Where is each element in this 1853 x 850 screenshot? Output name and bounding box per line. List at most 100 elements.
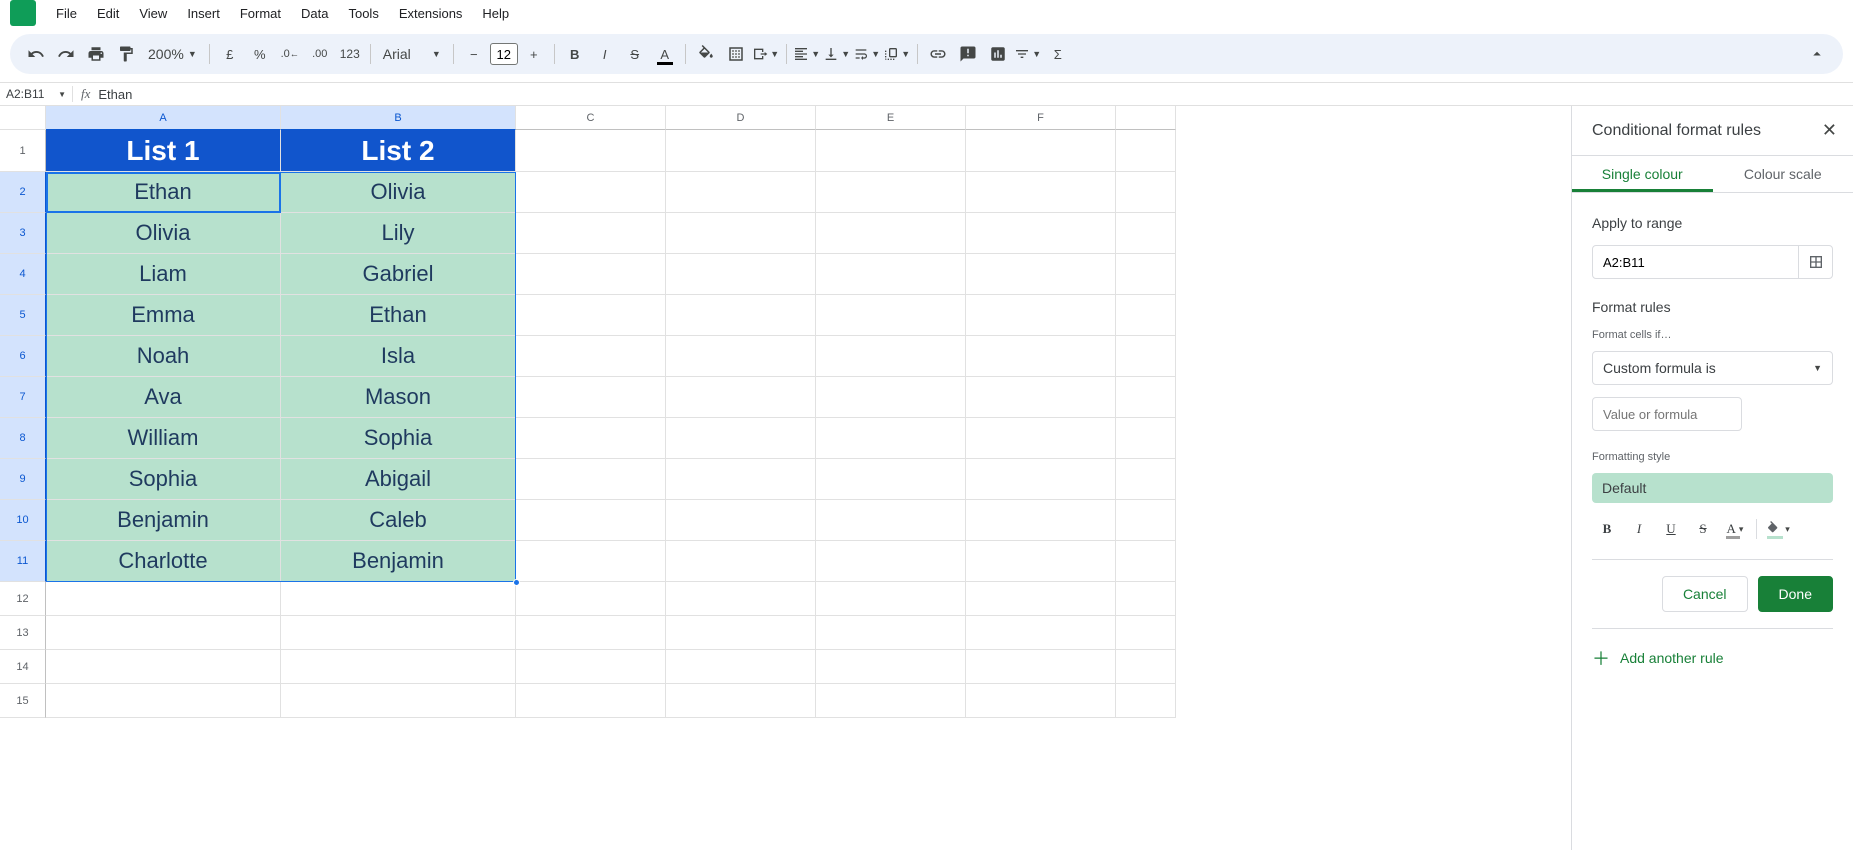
cell[interactable]: [516, 377, 666, 418]
select-all-corner[interactable]: [0, 106, 46, 130]
tab-colour-scale[interactable]: Colour scale: [1713, 156, 1853, 192]
cell[interactable]: [666, 418, 816, 459]
cell-b1[interactable]: List 2: [281, 130, 516, 172]
cell[interactable]: [1116, 172, 1176, 213]
undo-button[interactable]: [22, 40, 50, 68]
cell[interactable]: [516, 130, 666, 172]
column-header-c[interactable]: C: [516, 106, 666, 130]
wrap-button[interactable]: ▼: [853, 40, 881, 68]
cell[interactable]: [516, 254, 666, 295]
row-header[interactable]: 14: [0, 650, 46, 684]
menu-view[interactable]: View: [129, 2, 177, 25]
cell[interactable]: Emma: [46, 295, 281, 336]
v-align-button[interactable]: ▼: [823, 40, 851, 68]
row-header[interactable]: 2: [0, 172, 46, 213]
cell[interactable]: Lily: [281, 213, 516, 254]
comment-button[interactable]: [954, 40, 982, 68]
zoom-dropdown[interactable]: 200%▼: [142, 46, 203, 62]
tab-single-colour[interactable]: Single colour: [1572, 156, 1713, 192]
cell[interactable]: [516, 459, 666, 500]
collapse-toolbar-button[interactable]: [1803, 40, 1831, 68]
menu-insert[interactable]: Insert: [177, 2, 230, 25]
close-sidebar-button[interactable]: ✕: [1822, 120, 1837, 141]
cell[interactable]: [516, 684, 666, 718]
cell[interactable]: [1116, 130, 1176, 172]
cell[interactable]: [816, 377, 966, 418]
cell[interactable]: Sophia: [46, 459, 281, 500]
cell[interactable]: Liam: [46, 254, 281, 295]
cell[interactable]: [966, 459, 1116, 500]
cell[interactable]: [666, 254, 816, 295]
cell[interactable]: Sophia: [281, 418, 516, 459]
font-dropdown[interactable]: Arial▼: [377, 46, 447, 62]
row-header[interactable]: 4: [0, 254, 46, 295]
cell[interactable]: [516, 582, 666, 616]
menu-help[interactable]: Help: [472, 2, 519, 25]
cell[interactable]: Ava: [46, 377, 281, 418]
italic-button[interactable]: I: [591, 40, 619, 68]
cell[interactable]: [46, 582, 281, 616]
cell-a1[interactable]: List 1: [46, 130, 281, 172]
cell[interactable]: [966, 418, 1116, 459]
redo-button[interactable]: [52, 40, 80, 68]
cell[interactable]: [816, 650, 966, 684]
cell[interactable]: [816, 500, 966, 541]
cell[interactable]: [1116, 650, 1176, 684]
cell[interactable]: [516, 172, 666, 213]
cell[interactable]: [966, 500, 1116, 541]
row-header-1[interactable]: 1: [0, 130, 46, 172]
row-header[interactable]: 3: [0, 213, 46, 254]
cell[interactable]: [666, 650, 816, 684]
cell[interactable]: [666, 172, 816, 213]
font-size-input[interactable]: [490, 43, 518, 65]
rotate-button[interactable]: ▼: [883, 40, 911, 68]
cell[interactable]: [1116, 459, 1176, 500]
chart-button[interactable]: [984, 40, 1012, 68]
cell[interactable]: [816, 130, 966, 172]
select-range-button[interactable]: [1798, 246, 1832, 278]
cell[interactable]: Mason: [281, 377, 516, 418]
cell[interactable]: [1116, 213, 1176, 254]
add-another-rule-button[interactable]: ＋ Add another rule: [1592, 628, 1833, 671]
cell[interactable]: Benjamin: [281, 541, 516, 582]
cell[interactable]: Ethan: [46, 172, 281, 213]
cell[interactable]: [816, 213, 966, 254]
cell[interactable]: [516, 336, 666, 377]
cell[interactable]: [966, 377, 1116, 418]
row-header[interactable]: 15: [0, 684, 46, 718]
bold-button[interactable]: B: [561, 40, 589, 68]
increase-font-button[interactable]: +: [520, 40, 548, 68]
column-header-b[interactable]: B: [281, 106, 516, 130]
row-header[interactable]: 12: [0, 582, 46, 616]
row-header[interactable]: 9: [0, 459, 46, 500]
selection-handle[interactable]: [513, 579, 520, 586]
cell[interactable]: [966, 254, 1116, 295]
cell[interactable]: [666, 459, 816, 500]
cell[interactable]: [516, 213, 666, 254]
range-input[interactable]: [1593, 255, 1798, 270]
paint-format-button[interactable]: [112, 40, 140, 68]
cell[interactable]: [1116, 582, 1176, 616]
cell[interactable]: [666, 213, 816, 254]
decrease-font-button[interactable]: −: [460, 40, 488, 68]
cell[interactable]: [281, 650, 516, 684]
condition-dropdown[interactable]: Custom formula is▼: [1592, 351, 1833, 385]
cell[interactable]: [1116, 254, 1176, 295]
text-color-button[interactable]: A: [651, 40, 679, 68]
h-align-button[interactable]: ▼: [793, 40, 821, 68]
cell[interactable]: [281, 582, 516, 616]
style-italic-button[interactable]: I: [1624, 515, 1654, 543]
style-text-color-button[interactable]: A▾: [1720, 515, 1750, 543]
cell[interactable]: Benjamin: [46, 500, 281, 541]
menu-extensions[interactable]: Extensions: [389, 2, 473, 25]
cell[interactable]: [46, 616, 281, 650]
row-header[interactable]: 11: [0, 541, 46, 582]
cell[interactable]: [1116, 500, 1176, 541]
done-button[interactable]: Done: [1758, 576, 1833, 612]
more-formats-button[interactable]: 123: [336, 40, 364, 68]
cell[interactable]: [666, 582, 816, 616]
cell[interactable]: [816, 616, 966, 650]
cell[interactable]: [966, 172, 1116, 213]
cell[interactable]: Olivia: [281, 172, 516, 213]
style-underline-button[interactable]: U: [1656, 515, 1686, 543]
